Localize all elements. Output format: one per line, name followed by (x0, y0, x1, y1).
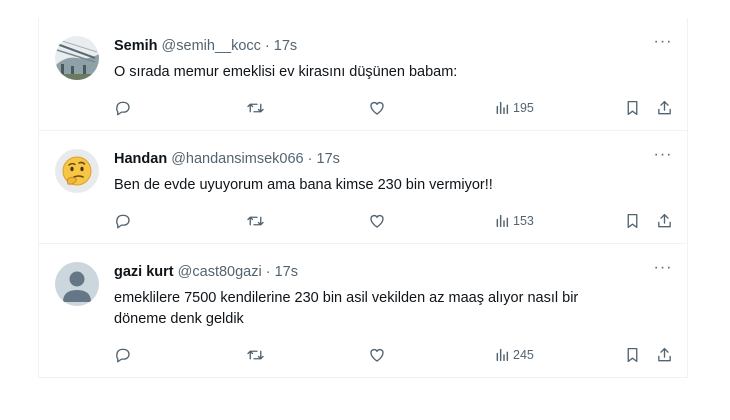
reply-icon (116, 101, 130, 116)
retweet-button[interactable] (246, 97, 265, 119)
retweet-button[interactable] (246, 210, 265, 232)
share-button[interactable] (656, 210, 673, 232)
views-button[interactable]: 153 (494, 210, 534, 232)
bookmark-button[interactable] (624, 97, 641, 119)
reply-button[interactable] (114, 97, 132, 119)
tweet-feed: Semih @semih__kocc · 17s ··· O sırada me… (38, 18, 688, 378)
like-button[interactable] (368, 344, 386, 366)
bookmark-icon (627, 213, 638, 229)
share-icon (658, 213, 671, 228)
like-button[interactable] (368, 97, 386, 119)
display-name[interactable]: gazi kurt (114, 264, 174, 280)
display-name[interactable]: Handan (114, 151, 167, 167)
tweet[interactable]: Semih @semih__kocc · 17s ··· O sırada me… (39, 18, 687, 131)
tweet[interactable]: gazi kurt @cast80gazi · 17s ··· emeklile… (39, 244, 687, 378)
heart-icon (370, 348, 384, 362)
views-chart-icon (496, 348, 509, 362)
like-button[interactable] (368, 210, 386, 232)
avatar[interactable] (55, 36, 99, 80)
tweet-text: O sırada memur emeklisi ev kirasını düşü… (114, 64, 458, 80)
views-chart-icon (496, 214, 509, 228)
avatar[interactable] (55, 149, 99, 193)
retweet-icon (247, 350, 264, 360)
timestamp[interactable]: 17s (274, 38, 297, 54)
views-count: 195 (513, 101, 534, 115)
views-count: 153 (513, 214, 534, 228)
heart-icon (370, 101, 384, 115)
user-handle[interactable]: @semih__kocc (162, 38, 261, 54)
bookmark-button[interactable] (624, 344, 641, 366)
more-options-icon[interactable]: ··· (653, 34, 673, 54)
views-count: 245 (513, 348, 534, 362)
bookmark-icon (627, 347, 638, 363)
bookmark-button[interactable] (624, 210, 641, 232)
share-icon (658, 347, 671, 362)
tweet-text: Ben de evde uyuyorum ama bana kimse 230 … (114, 177, 493, 193)
retweet-button[interactable] (246, 344, 265, 366)
share-button[interactable] (656, 344, 673, 366)
user-handle[interactable]: @handansimsek066 (171, 151, 303, 167)
reply-button[interactable] (114, 210, 132, 232)
avatar[interactable] (55, 262, 99, 306)
timestamp[interactable]: 17s (275, 264, 298, 280)
separator-dot: · (265, 264, 271, 280)
tweet-actions: 245 (114, 344, 675, 366)
thinking-face-emoji-icon (55, 149, 99, 193)
default-profile-icon (55, 262, 99, 306)
reply-icon (116, 348, 130, 363)
tweet-header: Handan @handansimsek066 · 17s (114, 150, 647, 168)
separator-dot: · (307, 151, 313, 167)
more-options-icon[interactable]: ··· (653, 147, 673, 167)
reply-button[interactable] (114, 344, 132, 366)
tweet-header: Semih @semih__kocc · 17s (114, 37, 647, 55)
share-icon (658, 100, 671, 115)
share-button[interactable] (656, 97, 673, 119)
photo-avatar-icon (55, 36, 99, 80)
more-options-icon[interactable]: ··· (653, 260, 673, 280)
views-chart-icon (496, 101, 509, 115)
retweet-icon (247, 216, 264, 226)
tweet[interactable]: Handan @handansimsek066 · 17s ··· Ben de… (39, 131, 687, 244)
views-button[interactable]: 245 (494, 344, 534, 366)
tweet-actions: 153 (114, 210, 675, 232)
bookmark-icon (627, 100, 638, 116)
heart-icon (370, 214, 384, 228)
views-button[interactable]: 195 (494, 97, 534, 119)
tweet-actions: 195 (114, 97, 675, 119)
retweet-icon (247, 103, 264, 113)
tweet-text: emeklilere 7500 kendilerine 230 bin asil… (114, 290, 579, 327)
display-name[interactable]: Semih (114, 38, 158, 54)
user-handle[interactable]: @cast80gazi (178, 264, 262, 280)
separator-dot: · (264, 38, 270, 54)
timestamp[interactable]: 17s (317, 151, 340, 167)
reply-icon (116, 214, 130, 229)
tweet-header: gazi kurt @cast80gazi · 17s (114, 263, 647, 281)
